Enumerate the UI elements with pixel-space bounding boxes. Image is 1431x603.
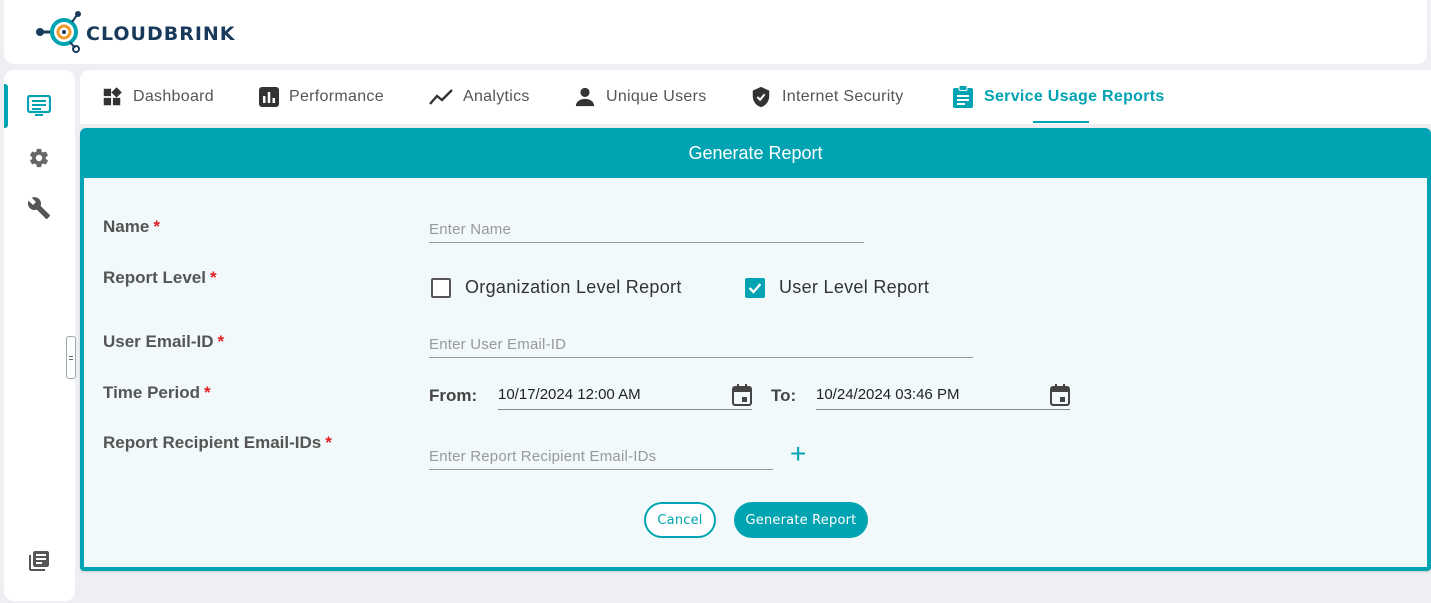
org-level-report-option[interactable]: Organization Level Report — [431, 277, 682, 298]
tab-performance[interactable]: Performance — [259, 70, 384, 124]
required-marker: * — [209, 268, 217, 287]
tab-service-usage-reports[interactable]: Service Usage Reports — [952, 70, 1165, 124]
sidebar-collapse-handle[interactable] — [66, 336, 76, 379]
name-label-text: Name — [103, 217, 150, 236]
tab-label: Internet Security — [782, 88, 904, 105]
user-level-label: User Level Report — [779, 277, 930, 297]
to-label: To: — [771, 386, 797, 405]
tab-label: Analytics — [463, 88, 530, 105]
trending-line-icon — [429, 89, 453, 105]
required-marker: * — [325, 433, 332, 452]
recipients-label-text: Report Recipient Email-IDs — [103, 433, 322, 452]
checkmark-icon — [748, 282, 762, 294]
time-period-label: Time Period * — [103, 383, 211, 403]
generate-report-panel: Generate Report Name * Enter Name Report … — [80, 128, 1431, 571]
clipboard-icon — [953, 85, 973, 108]
name-input[interactable]: Enter Name — [429, 217, 864, 243]
sidebar-active-indicator — [4, 84, 8, 128]
to-date-picker[interactable]: 10/24/2024 03:46 PM — [816, 380, 1070, 410]
cancel-button[interactable]: Cancel — [644, 502, 716, 538]
user-email-input[interactable]: Enter User Email-ID — [429, 332, 973, 358]
user-level-report-option[interactable]: User Level Report — [745, 277, 929, 298]
tab-label: Dashboard — [133, 88, 214, 105]
from-label: From: — [429, 386, 478, 405]
calendar-icon[interactable] — [1050, 383, 1070, 406]
org-level-label: Organization Level Report — [465, 277, 682, 297]
user-level-checkbox[interactable] — [745, 277, 765, 298]
name-placeholder: Enter Name — [429, 221, 512, 238]
add-recipient-button[interactable]: + — [790, 438, 806, 470]
recipients-input[interactable]: Enter Report Recipient Email-IDs — [429, 444, 773, 470]
required-marker: * — [204, 383, 211, 402]
left-sidebar — [4, 70, 75, 601]
active-tab-underline — [1033, 121, 1089, 123]
sidebar-item-settings[interactable] — [26, 145, 52, 171]
library-books-icon — [29, 551, 49, 571]
person-icon — [575, 87, 595, 107]
tab-label: Service Usage Reports — [984, 88, 1165, 105]
tab-label: Unique Users — [606, 88, 707, 105]
sidebar-item-dashboard[interactable] — [26, 93, 52, 119]
tab-internet-security[interactable]: Internet Security — [750, 70, 904, 124]
required-marker: * — [153, 217, 160, 236]
dashboard-list-icon — [27, 95, 51, 116]
org-level-checkbox[interactable] — [431, 277, 451, 298]
generate-report-button[interactable]: Generate Report — [734, 502, 868, 538]
tab-dashboard[interactable]: Dashboard — [101, 70, 214, 124]
brand-name: CLOUDBRINK — [86, 23, 236, 45]
cloudbrink-logo[interactable]: CLOUDBRINK — [34, 10, 236, 54]
dashboard-icon — [103, 87, 122, 106]
user-email-placeholder: Enter User Email-ID — [429, 336, 567, 353]
panel-title: Generate Report — [80, 128, 1431, 178]
cloudbrink-logo-icon — [36, 11, 81, 53]
tab-bar: Dashboard Performance Analytics Unique U… — [80, 70, 1431, 124]
from-date-picker[interactable]: 10/17/2024 12:00 AM — [498, 380, 752, 410]
report-level-label: Report Level * — [103, 268, 217, 288]
top-bar: CLOUDBRINK — [4, 0, 1427, 64]
recipients-placeholder: Enter Report Recipient Email-IDs — [429, 448, 657, 465]
time-period-label-text: Time Period — [103, 383, 200, 402]
to-date-value: 10/24/2024 03:46 PM — [816, 386, 960, 403]
shield-icon — [752, 86, 770, 108]
tab-unique-users[interactable]: Unique Users — [574, 70, 707, 124]
recipients-label: Report Recipient Email-IDs * — [103, 433, 332, 453]
name-label: Name * — [103, 217, 160, 237]
sidebar-item-tools[interactable] — [26, 195, 52, 221]
tab-label: Performance — [289, 88, 384, 105]
required-marker: * — [217, 332, 225, 351]
bar-chart-icon — [259, 87, 279, 107]
from-date-value: 10/17/2024 12:00 AM — [498, 386, 641, 403]
wrench-icon — [27, 197, 50, 219]
sidebar-item-docs[interactable] — [26, 548, 52, 574]
user-email-label: User Email-ID * — [103, 332, 224, 352]
tab-analytics[interactable]: Analytics — [429, 70, 530, 124]
report-level-label-text: Report Level — [103, 268, 206, 287]
user-email-label-text: User Email-ID — [103, 332, 214, 351]
gear-icon — [30, 148, 48, 168]
calendar-icon[interactable] — [732, 383, 752, 406]
